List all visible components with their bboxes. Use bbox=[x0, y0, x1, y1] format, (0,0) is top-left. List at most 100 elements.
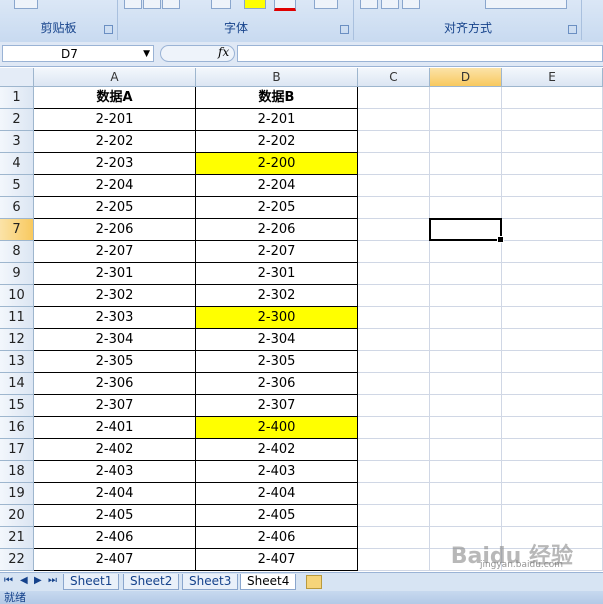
data-cell[interactable]: 2-405 bbox=[196, 505, 358, 527]
data-cell[interactable]: 2-206 bbox=[34, 219, 196, 241]
data-cell[interactable]: 2-306 bbox=[34, 373, 196, 395]
wrap-text-button[interactable] bbox=[485, 0, 567, 9]
row-header[interactable]: 5 bbox=[0, 175, 34, 197]
empty-cell[interactable] bbox=[358, 417, 430, 439]
row-header[interactable]: 19 bbox=[0, 483, 34, 505]
data-cell[interactable]: 2-402 bbox=[34, 439, 196, 461]
insert-sheet-icon[interactable] bbox=[306, 575, 322, 589]
bold-button[interactable] bbox=[124, 0, 142, 9]
empty-cell[interactable] bbox=[502, 307, 603, 329]
empty-cell[interactable] bbox=[502, 263, 603, 285]
empty-cell[interactable] bbox=[502, 395, 603, 417]
data-cell[interactable]: 2-200 bbox=[196, 153, 358, 175]
empty-cell[interactable] bbox=[358, 241, 430, 263]
data-cell[interactable]: 2-202 bbox=[196, 131, 358, 153]
empty-cell[interactable] bbox=[502, 285, 603, 307]
empty-cell[interactable] bbox=[502, 505, 603, 527]
tab-sheet2[interactable]: Sheet2 bbox=[123, 574, 180, 590]
formula-input[interactable] bbox=[237, 45, 603, 62]
row-header[interactable]: 1 bbox=[0, 87, 34, 109]
empty-cell[interactable] bbox=[502, 351, 603, 373]
row-header[interactable]: 15 bbox=[0, 395, 34, 417]
empty-cell[interactable] bbox=[358, 483, 430, 505]
data-cell[interactable]: 2-207 bbox=[196, 241, 358, 263]
empty-cell[interactable] bbox=[358, 219, 430, 241]
empty-cell[interactable] bbox=[358, 373, 430, 395]
empty-cell[interactable] bbox=[502, 197, 603, 219]
empty-cell[interactable] bbox=[430, 175, 502, 197]
empty-cell[interactable] bbox=[358, 549, 430, 571]
tab-sheet1[interactable]: Sheet1 bbox=[63, 574, 120, 590]
empty-cell[interactable] bbox=[430, 417, 502, 439]
data-cell[interactable]: 2-201 bbox=[196, 109, 358, 131]
active-cell-selection[interactable] bbox=[429, 218, 504, 243]
row-header[interactable]: 18 bbox=[0, 461, 34, 483]
empty-cell[interactable] bbox=[430, 329, 502, 351]
data-cell[interactable]: 2-307 bbox=[196, 395, 358, 417]
data-cell[interactable]: 2-407 bbox=[196, 549, 358, 571]
row-header[interactable]: 3 bbox=[0, 131, 34, 153]
data-cell[interactable]: 2-305 bbox=[34, 351, 196, 373]
clipboard-dialog-launcher-icon[interactable] bbox=[104, 25, 113, 34]
row-header[interactable]: 11 bbox=[0, 307, 34, 329]
data-cell[interactable]: 2-202 bbox=[34, 131, 196, 153]
empty-cell[interactable] bbox=[358, 285, 430, 307]
empty-cell[interactable] bbox=[502, 109, 603, 131]
empty-cell[interactable] bbox=[430, 439, 502, 461]
paste-button[interactable] bbox=[14, 0, 38, 9]
data-cell[interactable]: 2-305 bbox=[196, 351, 358, 373]
empty-cell[interactable] bbox=[358, 197, 430, 219]
empty-cell[interactable] bbox=[502, 153, 603, 175]
data-cell[interactable]: 2-407 bbox=[34, 549, 196, 571]
data-cell[interactable]: 2-205 bbox=[34, 197, 196, 219]
row-header[interactable]: 16 bbox=[0, 417, 34, 439]
empty-cell[interactable] bbox=[358, 527, 430, 549]
empty-cell[interactable] bbox=[430, 307, 502, 329]
row-header[interactable]: 21 bbox=[0, 527, 34, 549]
data-cell[interactable]: 2-307 bbox=[34, 395, 196, 417]
empty-cell[interactable] bbox=[430, 461, 502, 483]
empty-cell[interactable] bbox=[430, 505, 502, 527]
row-header[interactable]: 22 bbox=[0, 549, 34, 571]
empty-cell[interactable] bbox=[358, 131, 430, 153]
empty-cell[interactable] bbox=[358, 87, 430, 109]
data-cell[interactable]: 2-205 bbox=[196, 197, 358, 219]
data-cell[interactable]: 2-304 bbox=[196, 329, 358, 351]
data-cell[interactable]: 2-206 bbox=[196, 219, 358, 241]
empty-cell[interactable] bbox=[502, 241, 603, 263]
empty-cell[interactable] bbox=[358, 351, 430, 373]
font-dialog-launcher-icon[interactable] bbox=[340, 25, 349, 34]
row-header[interactable]: 2 bbox=[0, 109, 34, 131]
name-box[interactable]: D7 ▼ bbox=[2, 45, 154, 62]
empty-cell[interactable] bbox=[430, 109, 502, 131]
prev-sheet-icon[interactable]: ◀ bbox=[20, 575, 28, 586]
data-cell[interactable]: 2-301 bbox=[196, 263, 358, 285]
row-header[interactable]: 8 bbox=[0, 241, 34, 263]
chevron-down-icon[interactable]: ▼ bbox=[143, 46, 150, 63]
data-cell[interactable]: 2-406 bbox=[196, 527, 358, 549]
empty-cell[interactable] bbox=[358, 109, 430, 131]
alignment-dialog-launcher-icon[interactable] bbox=[568, 25, 577, 34]
data-cell[interactable]: 2-203 bbox=[34, 153, 196, 175]
align-top-button[interactable] bbox=[360, 0, 378, 9]
empty-cell[interactable] bbox=[502, 373, 603, 395]
row-header[interactable]: 6 bbox=[0, 197, 34, 219]
phonetic-button[interactable] bbox=[314, 0, 338, 9]
select-all-corner[interactable] bbox=[0, 68, 34, 87]
empty-cell[interactable] bbox=[358, 263, 430, 285]
italic-button[interactable] bbox=[143, 0, 161, 9]
empty-cell[interactable] bbox=[430, 87, 502, 109]
empty-cell[interactable] bbox=[502, 329, 603, 351]
row-header[interactable]: 9 bbox=[0, 263, 34, 285]
header-cell[interactable]: 数据A bbox=[34, 87, 196, 109]
empty-cell[interactable] bbox=[430, 197, 502, 219]
empty-cell[interactable] bbox=[502, 461, 603, 483]
empty-cell[interactable] bbox=[502, 175, 603, 197]
empty-cell[interactable] bbox=[430, 131, 502, 153]
empty-cell[interactable] bbox=[358, 439, 430, 461]
row-header[interactable]: 20 bbox=[0, 505, 34, 527]
empty-cell[interactable] bbox=[502, 87, 603, 109]
empty-cell[interactable] bbox=[502, 219, 603, 241]
empty-cell[interactable] bbox=[358, 153, 430, 175]
data-cell[interactable]: 2-303 bbox=[34, 307, 196, 329]
